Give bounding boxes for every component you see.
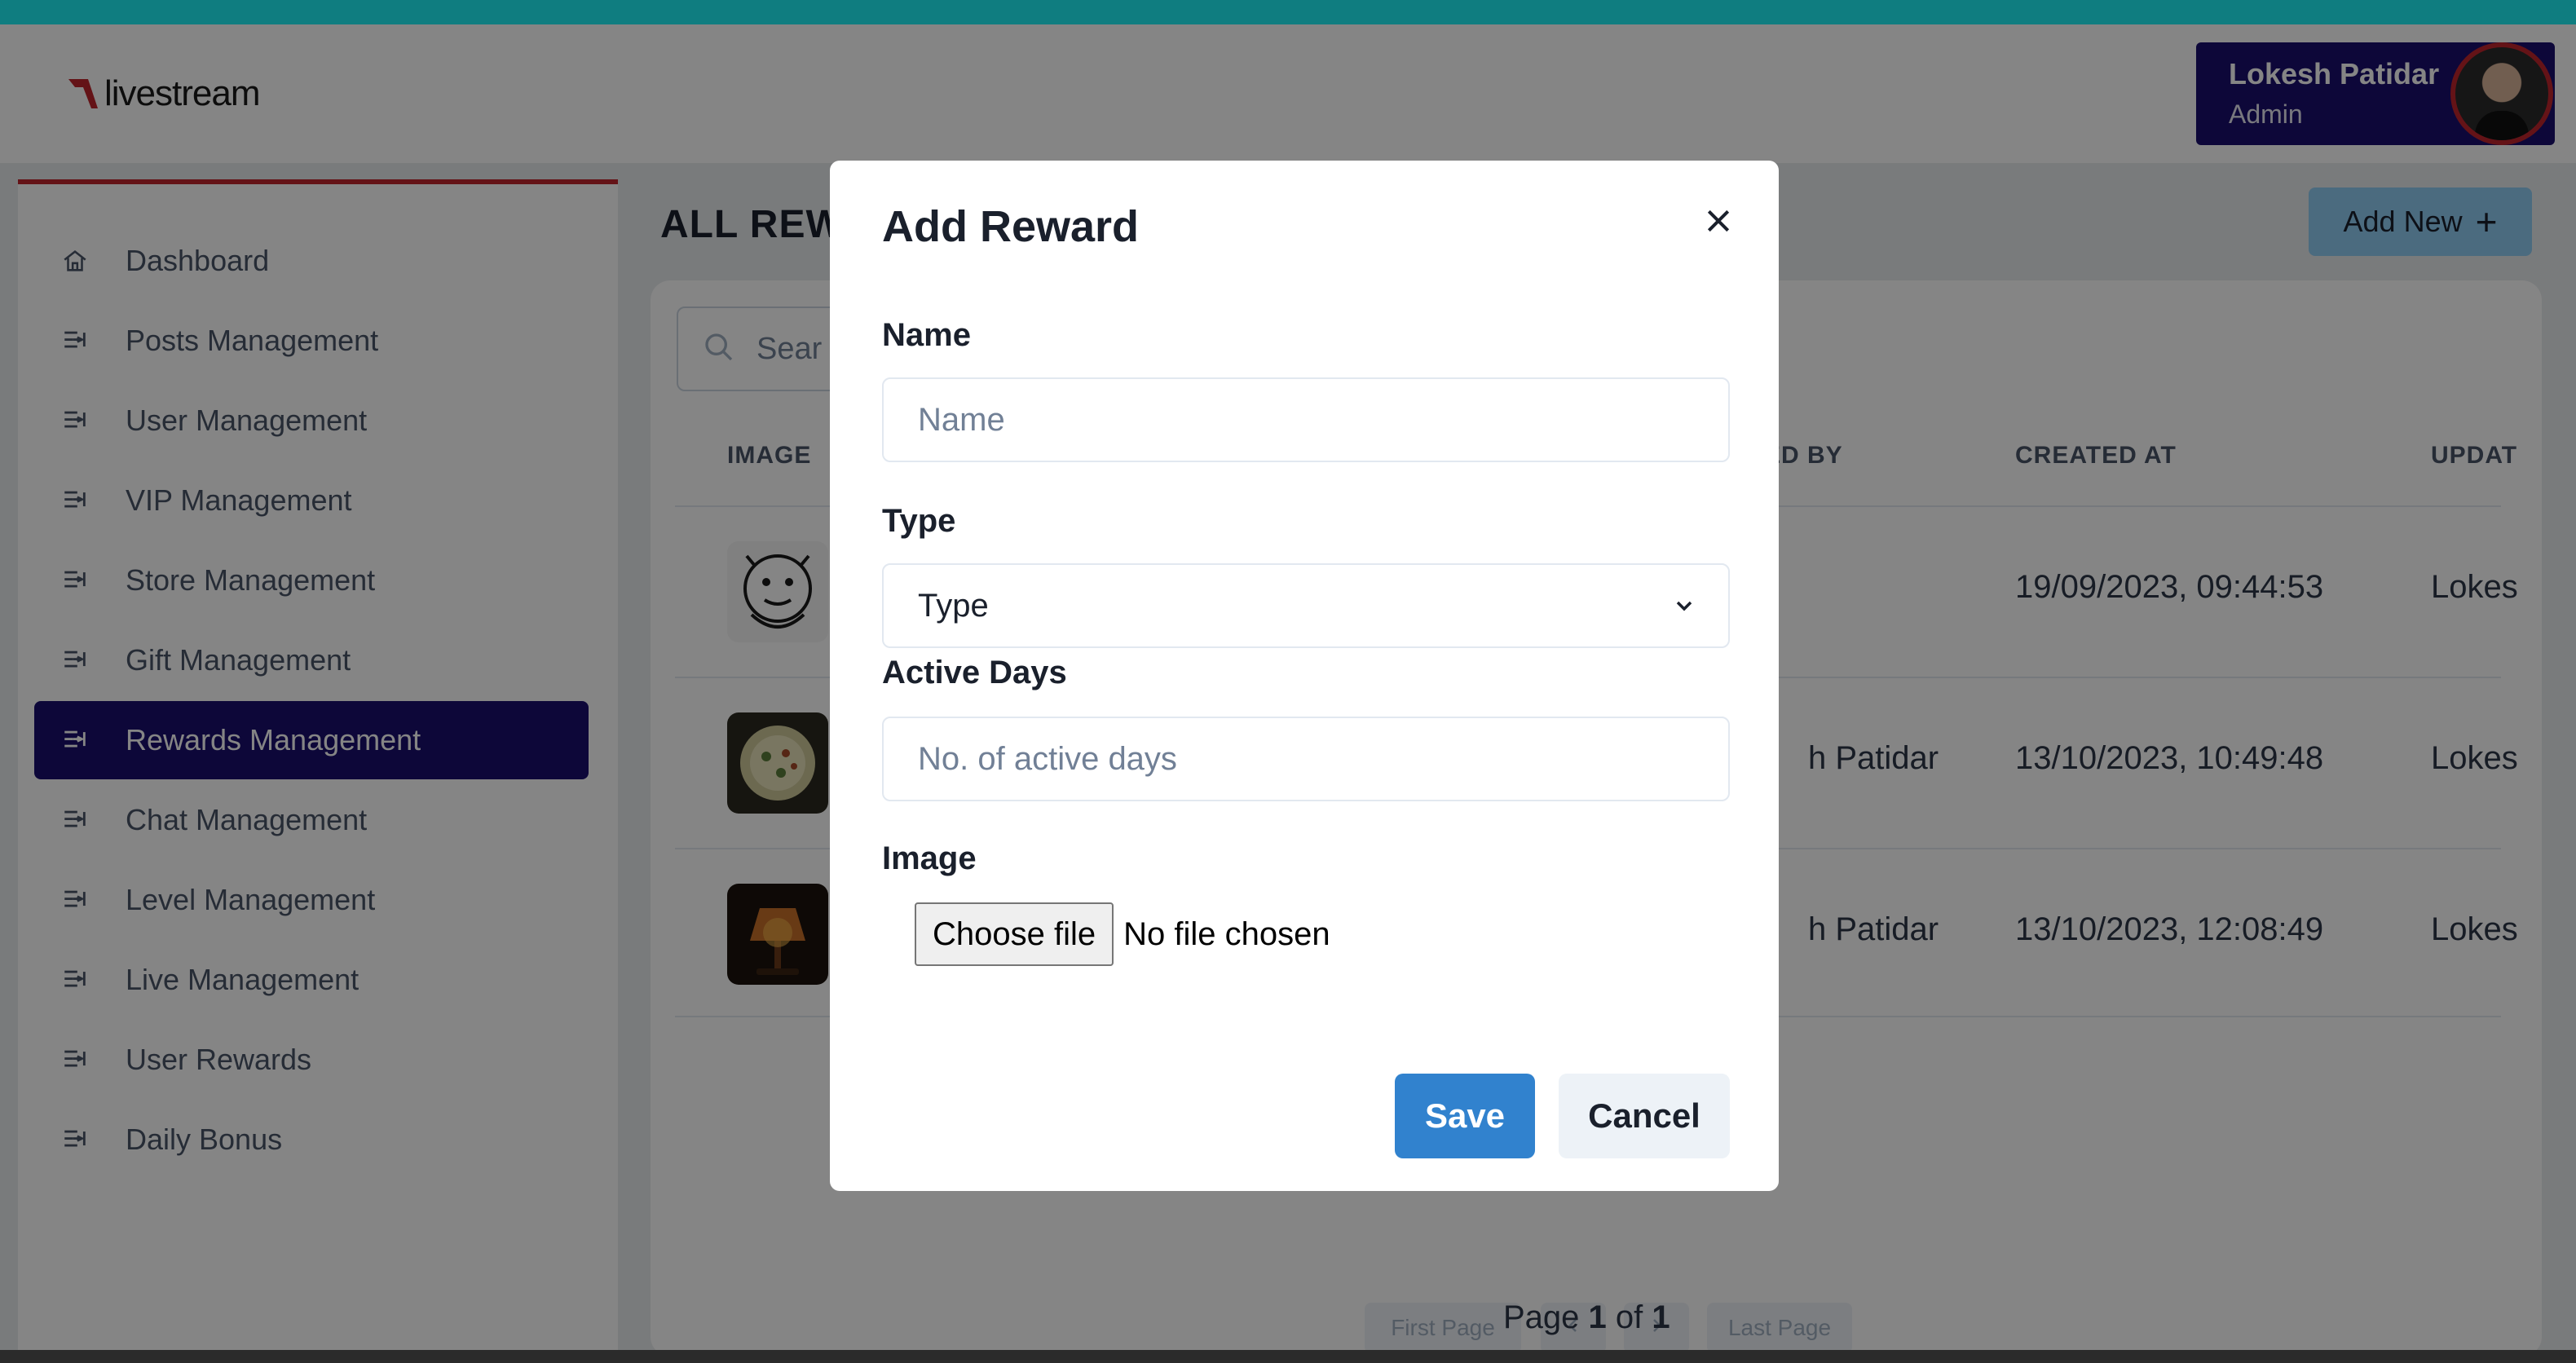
- active-days-input[interactable]: [882, 717, 1730, 801]
- image-label: Image: [882, 840, 977, 876]
- type-select-value: Type: [918, 587, 989, 624]
- browser-bottom-strip: [0, 1350, 2576, 1363]
- name-input[interactable]: [882, 377, 1730, 462]
- type-label: Type: [882, 503, 956, 539]
- add-reward-modal: Add Reward Name Type Type Active Days Im…: [830, 161, 1779, 1191]
- file-status: No file chosen: [1123, 915, 1330, 952]
- name-label: Name: [882, 317, 971, 353]
- save-button[interactable]: Save: [1395, 1074, 1535, 1158]
- type-select[interactable]: Type: [882, 563, 1730, 648]
- image-file-input: Choose file No file chosen: [915, 902, 1330, 966]
- close-button[interactable]: [1694, 196, 1743, 245]
- modal-title: Add Reward: [882, 202, 1140, 251]
- active-days-label: Active Days: [882, 655, 1067, 690]
- chevron-down-icon: [1676, 601, 1692, 611]
- browser-top-strip: [0, 0, 2576, 24]
- close-icon: [1707, 210, 1730, 232]
- choose-file-button[interactable]: Choose file: [915, 902, 1114, 966]
- cancel-button[interactable]: Cancel: [1559, 1074, 1730, 1158]
